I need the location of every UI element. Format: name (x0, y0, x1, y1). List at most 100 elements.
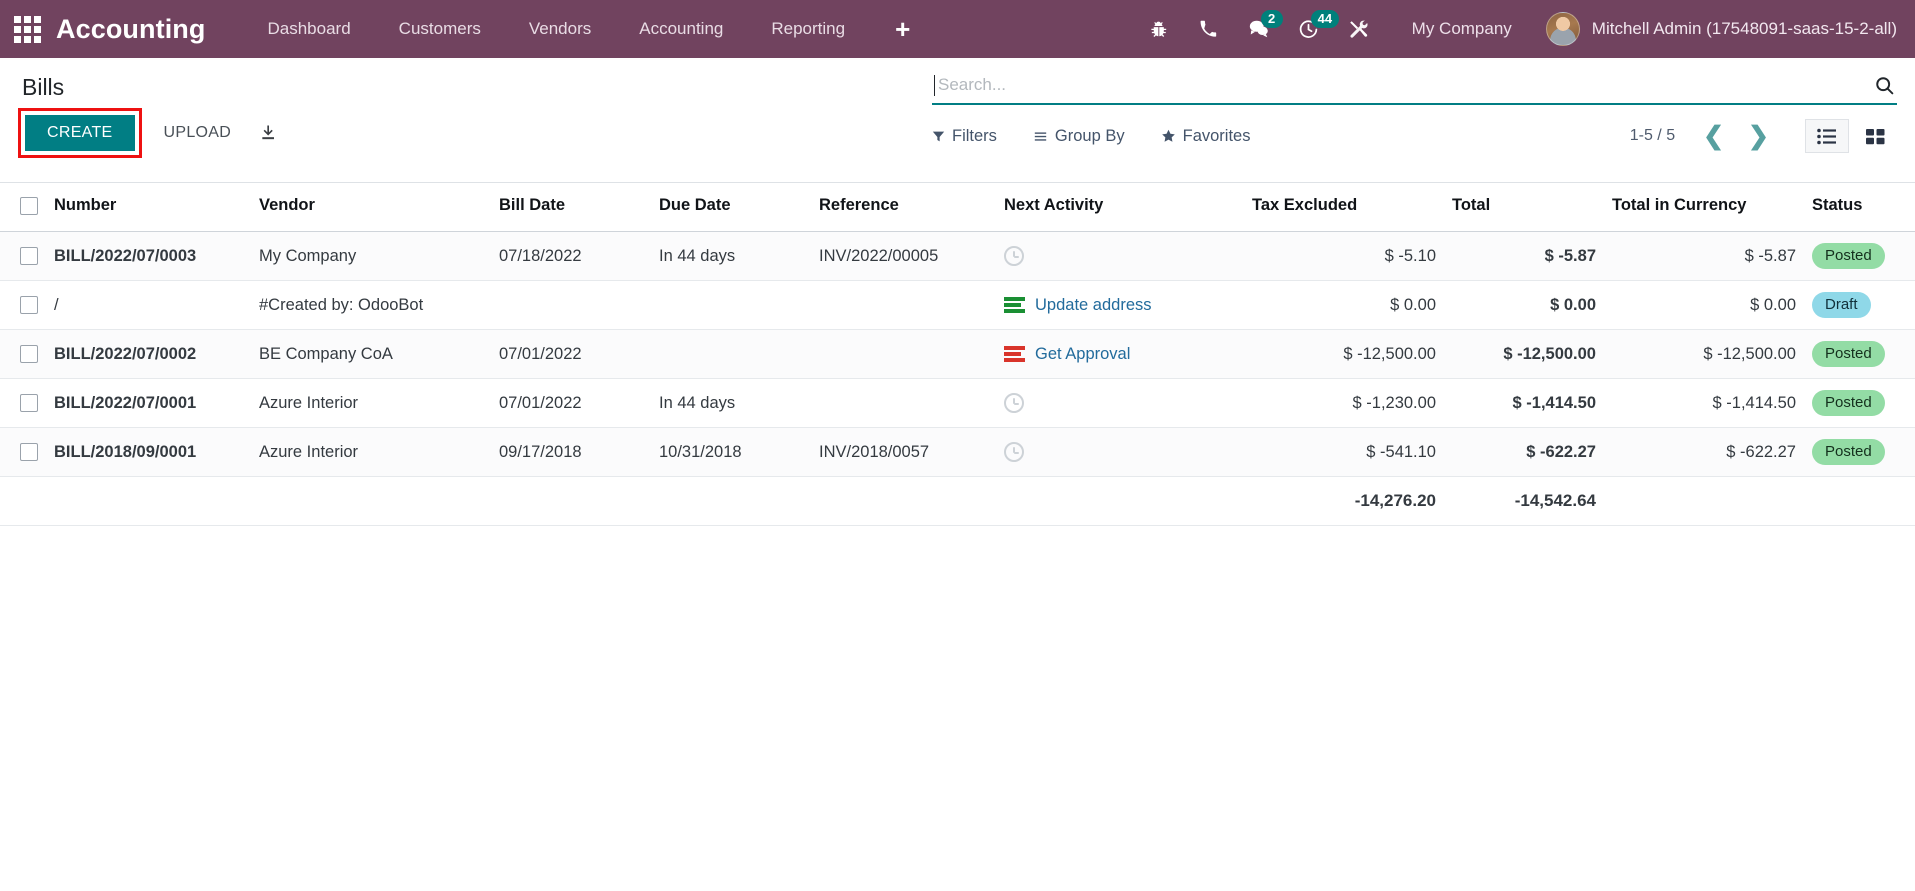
cell-next-activity[interactable] (996, 378, 1244, 428)
header-bill-date[interactable]: Bill Date (491, 183, 651, 232)
menu-item-accounting[interactable]: Accounting (615, 11, 747, 47)
control-panel: Bills CREATE UPLOAD Search... Filters Gr… (0, 58, 1915, 183)
cell-bill-date: 07/18/2022 (491, 231, 651, 281)
pager-range: 1-5 / 5 (1629, 127, 1676, 144)
table-row[interactable]: BILL/2022/07/0001 Azure Interior 07/01/2… (0, 378, 1915, 428)
group-by-label: Group By (1054, 126, 1125, 145)
menu-item-vendors[interactable]: Vendors (505, 11, 615, 47)
tools-icon[interactable] (1334, 8, 1384, 50)
chevron-right-icon[interactable]: ❯ (1738, 123, 1779, 149)
cell-reference (811, 329, 996, 379)
create-button[interactable]: CREATE (25, 115, 135, 151)
header-tax-excluded[interactable]: Tax Excluded (1244, 183, 1444, 232)
cell-vendor: Azure Interior (251, 427, 491, 477)
table-row[interactable]: BILL/2022/07/0003 My Company 07/18/2022 … (0, 231, 1915, 281)
cell-next-activity[interactable]: Get Approval (996, 329, 1244, 379)
download-icon[interactable] (259, 123, 279, 143)
table-row[interactable]: BILL/2018/09/0001 Azure Interior 09/17/2… (0, 427, 1915, 477)
clock-icon[interactable] (1004, 393, 1024, 413)
cell-tax-excluded: $ -1,230.00 (1244, 378, 1444, 428)
cell-tax-excluded: $ -12,500.00 (1244, 329, 1444, 379)
chevron-left-icon[interactable]: ❮ (1693, 123, 1734, 149)
header-status[interactable]: Status (1804, 183, 1915, 232)
bug-icon[interactable] (1134, 8, 1184, 50)
cell-status: Posted (1804, 329, 1915, 379)
activity-clock-icon[interactable]: 44 (1284, 8, 1340, 50)
header-total-in-currency[interactable]: Total in Currency (1604, 183, 1804, 232)
row-checkbox[interactable] (20, 394, 38, 413)
activity-bars-icon[interactable] (1004, 296, 1025, 314)
control-panel-right: Filters Group By Fav (932, 58, 1897, 153)
totals-spacer-status (1804, 476, 1915, 526)
top-navbar: Accounting Dashboard Customers Vendors A… (0, 0, 1915, 58)
add-new-icon[interactable]: + (869, 16, 936, 42)
table-row[interactable]: / #Created by: OdooBot Update address $ … (0, 280, 1915, 330)
cell-next-activity[interactable]: Update address (996, 280, 1244, 330)
cell-total-in-currency: $ -5.87 (1604, 231, 1804, 281)
kanban-view-icon[interactable] (1853, 119, 1897, 153)
cell-reference (811, 280, 996, 330)
search-caret (934, 74, 935, 96)
header-number[interactable]: Number (46, 183, 251, 232)
cell-due-date (651, 280, 811, 330)
group-by-dropdown[interactable]: Group By (1033, 125, 1143, 148)
activity-label: Get Approval (1035, 344, 1131, 363)
cell-status: Posted (1804, 378, 1915, 428)
cell-total: $ -622.27 (1444, 427, 1604, 477)
control-panel-left: Bills CREATE UPLOAD (18, 58, 279, 158)
app-brand-accounting[interactable]: Accounting (56, 14, 206, 45)
user-menu[interactable]: Mitchell Admin (17548091-saas-15-2-all) (1534, 12, 1897, 46)
phone-icon[interactable] (1184, 8, 1234, 50)
status-badge: Draft (1812, 292, 1871, 318)
search-icon[interactable] (1864, 75, 1895, 96)
cell-due-date: In 44 days (651, 231, 811, 281)
header-vendor[interactable]: Vendor (251, 183, 491, 232)
menu-item-dashboard[interactable]: Dashboard (244, 11, 375, 47)
list-lines-icon (1034, 131, 1047, 141)
cell-bill-date: 07/01/2022 (491, 329, 651, 379)
list-view-icon[interactable] (1805, 119, 1849, 153)
row-checkbox[interactable] (20, 345, 38, 364)
cell-due-date (651, 329, 811, 379)
clock-icon[interactable] (1004, 442, 1024, 462)
header-reference[interactable]: Reference (811, 183, 996, 232)
cell-total-in-currency: $ 0.00 (1604, 280, 1804, 330)
search-options-row: Filters Group By Favorites 1-5 / 5 ❮ ❯ (932, 119, 1897, 153)
menu-item-customers[interactable]: Customers (375, 11, 505, 47)
header-due-date[interactable]: Due Date (651, 183, 811, 232)
cell-next-activity[interactable] (996, 427, 1244, 477)
row-checkbox[interactable] (20, 247, 38, 266)
main-menu: Dashboard Customers Vendors Accounting R… (244, 11, 937, 47)
status-badge: Posted (1812, 243, 1885, 269)
cell-total-in-currency: $ -12,500.00 (1604, 329, 1804, 379)
company-switcher[interactable]: My Company (1384, 19, 1534, 39)
header-total[interactable]: Total (1444, 183, 1604, 232)
cell-next-activity[interactable] (996, 231, 1244, 281)
messages-icon[interactable]: 2 (1234, 8, 1284, 50)
search-input[interactable] (936, 74, 1864, 96)
activity-bars-icon[interactable] (1004, 345, 1025, 363)
apps-grid-icon[interactable] (10, 12, 44, 46)
row-checkbox[interactable] (20, 296, 38, 315)
select-all-checkbox[interactable] (20, 196, 38, 215)
cell-vendor: Azure Interior (251, 378, 491, 428)
filters-dropdown[interactable]: Filters (932, 125, 1015, 148)
search-bar[interactable] (932, 70, 1897, 105)
menu-item-reporting[interactable]: Reporting (747, 11, 869, 47)
upload-button[interactable]: UPLOAD (150, 115, 246, 151)
row-checkbox[interactable] (20, 443, 38, 462)
cell-due-date: In 44 days (651, 378, 811, 428)
table-row[interactable]: BILL/2022/07/0002 BE Company CoA 07/01/2… (0, 329, 1915, 379)
header-next-activity[interactable]: Next Activity (996, 183, 1244, 232)
cell-bill-date: 07/01/2022 (491, 378, 651, 428)
cell-vendor: #Created by: OdooBot (251, 280, 491, 330)
favorites-dropdown[interactable]: Favorites (1161, 125, 1269, 148)
row-select-cell (0, 280, 46, 330)
bills-list-view: Number Vendor Bill Date Due Date Referen… (0, 183, 1915, 526)
page-title: Bills (22, 74, 65, 100)
totals-spacer-bill-date (491, 476, 651, 526)
clock-icon[interactable] (1004, 246, 1024, 266)
table-totals-row: -14,276.20 -14,542.64 (0, 476, 1915, 526)
totals-spacer-check (0, 476, 46, 526)
activity-label: Update address (1035, 295, 1152, 314)
